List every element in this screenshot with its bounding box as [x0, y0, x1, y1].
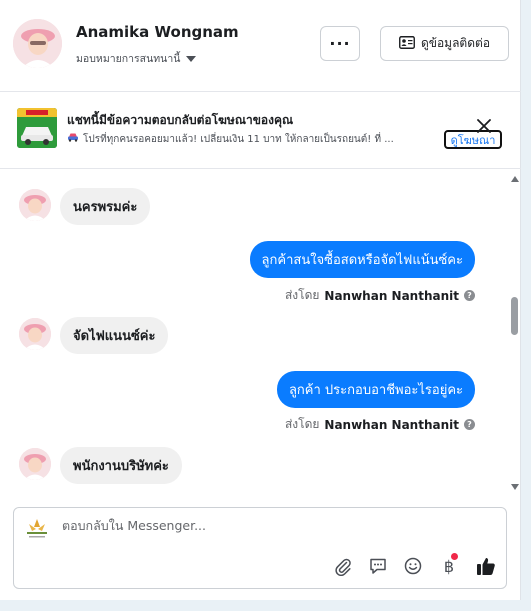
incoming-message: พนักงานบริษัทค่ะ: [60, 447, 182, 484]
conversation-header: Anamika Wongnam มอบหมายการสนทนานี้ ··· ด…: [0, 0, 521, 92]
sent-by-label: ส่งโดย Nanwhan Nanthanit ?: [285, 286, 475, 305]
message-scrollbar[interactable]: [511, 172, 519, 492]
close-icon[interactable]: [476, 118, 492, 134]
view-contact-info-button[interactable]: ดูข้อมูลติดต่อ: [380, 26, 509, 61]
scroll-down-arrow-icon[interactable]: [511, 484, 519, 490]
notification-dot: [451, 553, 458, 560]
contact-avatar[interactable]: [13, 19, 62, 68]
scrollbar-thumb[interactable]: [511, 297, 518, 335]
ad-banner-subtitle: โปรที่ทุกคนรอคอยมาแล้ว! เปลี่ยนเงิน 11 บ…: [67, 132, 442, 147]
saved-replies-icon[interactable]: [366, 554, 390, 578]
contact-info-label: ดูข้อมูลติดต่อ: [420, 36, 491, 50]
ad-reply-banner: แชทนี้มีข้อความตอบกลับต่อโฆษณาของคุณ โปร…: [0, 92, 521, 169]
paperclip-icon[interactable]: [331, 554, 355, 578]
sent-by-prefix: ส่งโดย: [284, 417, 320, 431]
sent-by-label: ส่งโดย Nanwhan Nanthanit ?: [285, 415, 475, 434]
more-options-button[interactable]: ···: [320, 26, 360, 61]
help-icon[interactable]: ?: [464, 290, 475, 301]
contact-card-icon: [399, 35, 415, 52]
ad-thumbnail[interactable]: [17, 108, 57, 148]
thumbs-up-icon[interactable]: [474, 554, 498, 578]
emoji-icon[interactable]: [401, 554, 425, 578]
contact-name[interactable]: Anamika Wongnam: [76, 23, 239, 41]
reply-input[interactable]: [62, 518, 362, 533]
incoming-message: จัดไฟแนนซ์ค่ะ: [60, 317, 169, 354]
conversation-panel: Anamika Wongnam มอบหมายการสนทนานี้ ··· ด…: [0, 0, 521, 600]
assign-label: มอบหมายการสนทนานี้: [76, 53, 181, 65]
help-icon[interactable]: ?: [464, 419, 475, 430]
scroll-up-arrow-icon[interactable]: [511, 176, 519, 182]
outgoing-message: ลูกค้า ประกอบอาชีพอะไรอยู่คะ: [276, 371, 475, 408]
assign-conversation-dropdown[interactable]: มอบหมายการสนทนานี้: [76, 50, 197, 67]
caret-down-icon: [186, 55, 197, 62]
incoming-message: นครพรมค่ะ: [60, 188, 151, 225]
contact-avatar-small: [19, 189, 51, 221]
car-icon: [67, 132, 79, 147]
sender-name: Nanwhan Nanthanit: [324, 288, 459, 303]
sent-by-prefix: ส่งโดย: [284, 288, 320, 302]
sender-name: Nanwhan Nanthanit: [324, 417, 459, 432]
reply-composer: ฿: [13, 507, 507, 589]
baht-payment-icon[interactable]: ฿: [437, 553, 461, 578]
contact-avatar-small: [19, 318, 51, 350]
outgoing-message: ลูกค้าสนใจซื้อสดหรือจัดไฟแน้นซ์คะ: [249, 241, 475, 278]
page-logo-icon: [23, 516, 51, 540]
ad-banner-subtitle-text: โปรที่ทุกคนรอคอยมาแล้ว! เปลี่ยนเงิน 11 บ…: [83, 134, 394, 145]
ad-banner-title: แชทนี้มีข้อความตอบกลับต่อโฆษณาของคุณ: [67, 113, 294, 127]
view-ad-link[interactable]: ดูโฆษณา: [444, 130, 502, 149]
contact-avatar-small: [19, 448, 51, 480]
